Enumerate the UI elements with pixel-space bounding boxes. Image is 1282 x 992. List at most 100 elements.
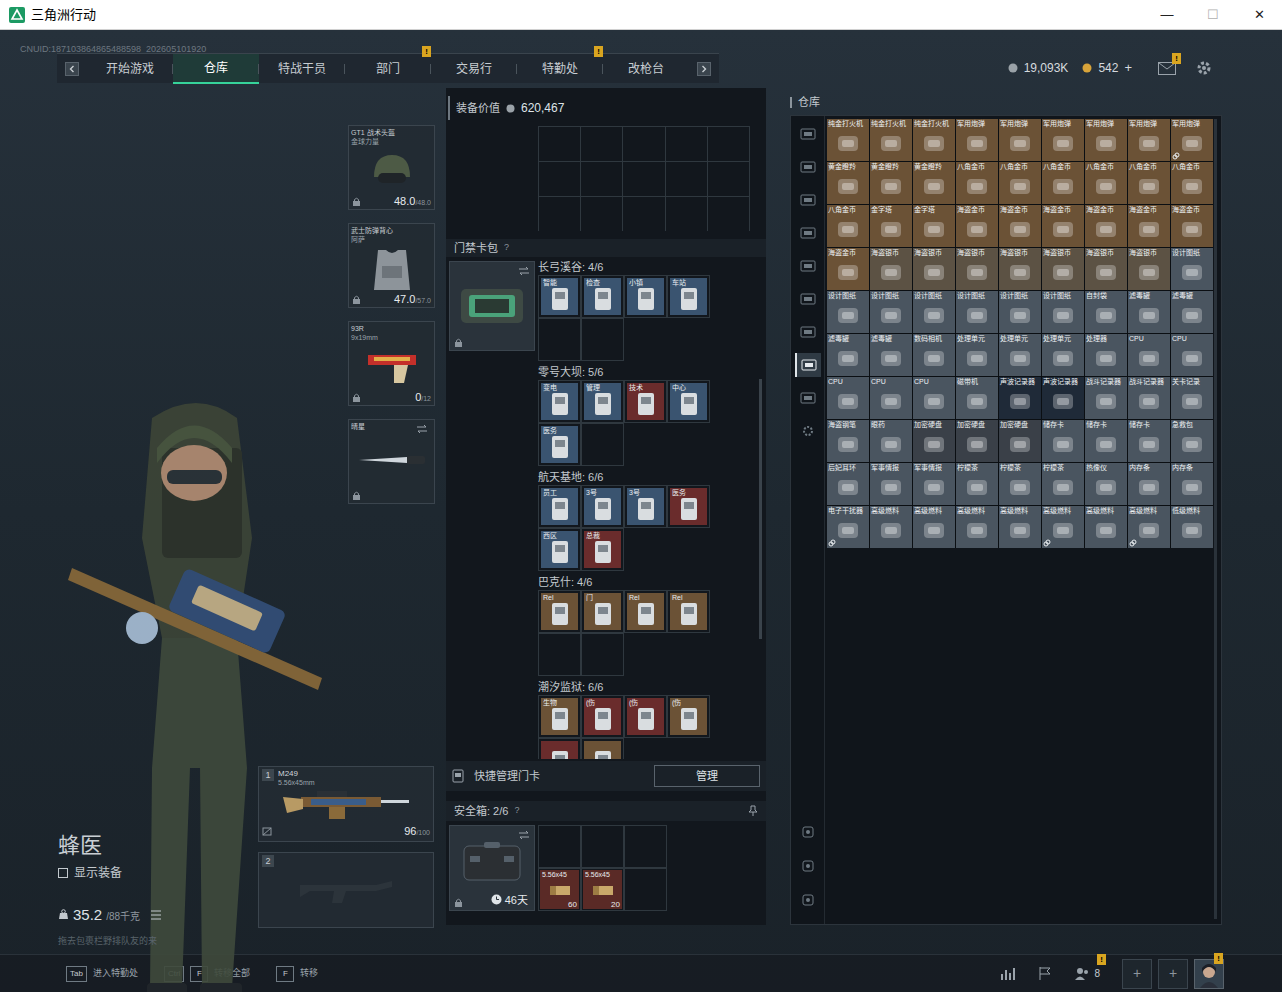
- warehouse-item[interactable]: 八角金币: [999, 162, 1041, 204]
- gear-slot[interactable]: 93R9x19mm0/12: [348, 321, 435, 406]
- safe-slot[interactable]: [581, 825, 624, 868]
- invite-slot[interactable]: +: [1122, 959, 1152, 989]
- warehouse-item[interactable]: 处理单元: [956, 334, 998, 376]
- warehouse-item[interactable]: 军用炮弹: [1171, 119, 1213, 161]
- scrollbar-thumb[interactable]: [759, 379, 762, 639]
- keycard-slot[interactable]: 管理: [581, 380, 624, 423]
- warehouse-tab[interactable]: [795, 287, 821, 311]
- warehouse-item[interactable]: 热像仪: [1085, 463, 1127, 505]
- warehouse-tab[interactable]: [795, 353, 821, 377]
- keycard-holder[interactable]: [449, 261, 535, 351]
- warehouse-item[interactable]: 高级燃料: [956, 506, 998, 548]
- warehouse-item[interactable]: 金字塔: [870, 205, 912, 247]
- manage-button[interactable]: 管理: [654, 765, 760, 787]
- keycard[interactable]: Rel: [541, 593, 578, 630]
- warehouse-item[interactable]: 滤毒罐: [1128, 291, 1170, 333]
- safe-slot[interactable]: [538, 825, 581, 868]
- warehouse-item[interactable]: 纯金打火机: [827, 119, 869, 161]
- warehouse-item[interactable]: CPU: [1128, 334, 1170, 376]
- warehouse-item[interactable]: 声波记录器: [999, 377, 1041, 419]
- warehouse-tab[interactable]: [795, 221, 821, 245]
- warehouse-item[interactable]: 电子干扰器: [827, 506, 869, 548]
- invite-slot[interactable]: +: [1158, 959, 1188, 989]
- keycard-slot[interactable]: Rel: [624, 590, 667, 633]
- weapon-slot[interactable]: 1M2495.56x45mm96/100: [258, 766, 434, 842]
- keycard-slot[interactable]: 智能: [538, 275, 581, 318]
- warehouse-item[interactable]: 储存卡: [1085, 420, 1127, 462]
- keycard[interactable]: 智能: [541, 278, 578, 315]
- keycard[interactable]: (伤: [670, 698, 707, 735]
- nav-tab[interactable]: 仓库: [173, 54, 259, 84]
- warehouse-item[interactable]: 储存卡: [1042, 420, 1084, 462]
- warehouse-item[interactable]: 八角金币: [1128, 162, 1170, 204]
- keycard[interactable]: [541, 741, 578, 759]
- warehouse-item[interactable]: 设计图纸: [913, 291, 955, 333]
- warehouse-item[interactable]: 高级燃料: [999, 506, 1041, 548]
- keycard-slot[interactable]: [538, 633, 581, 676]
- window-control[interactable]: —: [1144, 0, 1190, 29]
- keycard-slot[interactable]: [581, 423, 624, 466]
- warehouse-item[interactable]: 八角金币: [1171, 162, 1213, 204]
- checkbox[interactable]: [58, 868, 68, 878]
- nav-tab[interactable]: 特战干员: [259, 54, 345, 84]
- warehouse-item[interactable]: 海盗金币: [1042, 205, 1084, 247]
- warehouse-tool[interactable]: [798, 890, 818, 910]
- warehouse-item[interactable]: 设计图纸: [1042, 291, 1084, 333]
- window-control[interactable]: ✕: [1236, 0, 1282, 29]
- warehouse-item[interactable]: 海盗金币: [1085, 205, 1127, 247]
- warehouse-item[interactable]: 海盗金币: [1128, 205, 1170, 247]
- warehouse-item[interactable]: 纯金打火机: [870, 119, 912, 161]
- warehouse-item[interactable]: 高级燃料: [1085, 506, 1127, 548]
- keycard[interactable]: 医务: [541, 426, 578, 463]
- keycard[interactable]: 检查: [584, 278, 621, 315]
- warehouse-item[interactable]: 战斗记录器: [1085, 377, 1127, 419]
- warehouse-item[interactable]: 八角金币: [1085, 162, 1127, 204]
- show-gear-toggle[interactable]: 显示装备: [58, 864, 258, 882]
- nav-tab[interactable]: 部门!: [345, 54, 431, 84]
- warehouse-item[interactable]: 金字塔: [913, 205, 955, 247]
- keycard-slot[interactable]: (伤: [624, 695, 667, 738]
- keycard[interactable]: Rel: [670, 593, 707, 630]
- safe-slot[interactable]: 5.56x4560: [538, 868, 581, 911]
- warehouse-item[interactable]: 内存条: [1128, 463, 1170, 505]
- keycard[interactable]: 车站: [670, 278, 707, 315]
- keycard-slot[interactable]: (伤: [667, 695, 710, 738]
- mail-button[interactable]: !: [1158, 62, 1176, 75]
- warehouse-item[interactable]: 处理单元: [999, 334, 1041, 376]
- warehouse-item[interactable]: 军事情报: [913, 463, 955, 505]
- friends-button[interactable]: 8!: [1074, 966, 1100, 981]
- warehouse-item[interactable]: 军用炮弹: [1085, 119, 1127, 161]
- keycard-slot[interactable]: 技术: [624, 380, 667, 423]
- warehouse-item[interactable]: 声波记录器: [1042, 377, 1084, 419]
- keycard-slot[interactable]: 小镇: [624, 275, 667, 318]
- warehouse-item[interactable]: 设计图纸: [956, 291, 998, 333]
- keycard[interactable]: 员工: [541, 488, 578, 525]
- window-control[interactable]: ☐: [1190, 0, 1236, 29]
- warehouse-item[interactable]: 滤毒罐: [870, 334, 912, 376]
- warehouse-item[interactable]: 设计图纸: [1171, 248, 1213, 290]
- warehouse-item[interactable]: 加密硬盘: [956, 420, 998, 462]
- warehouse-item[interactable]: 黄金瞪羚: [870, 162, 912, 204]
- keycard-slot[interactable]: 中心: [667, 380, 710, 423]
- warehouse-tab[interactable]: [795, 155, 821, 179]
- keycard-slot[interactable]: 总裁: [581, 528, 624, 571]
- keycard[interactable]: 门: [584, 593, 621, 630]
- warehouse-item[interactable]: 高级燃料: [870, 506, 912, 548]
- keycard-slot[interactable]: [538, 318, 581, 361]
- nav-tab[interactable]: 交易行: [431, 54, 517, 84]
- warehouse-item[interactable]: 军用炮弹: [999, 119, 1041, 161]
- keycard[interactable]: 生物: [541, 698, 578, 735]
- warehouse-item[interactable]: 设计图纸: [870, 291, 912, 333]
- safe-slot[interactable]: 5.56x4520: [581, 868, 624, 911]
- warehouse-item[interactable]: CPU: [870, 377, 912, 419]
- help-button[interactable]: ?: [504, 241, 509, 255]
- warehouse-item[interactable]: 储存卡: [1128, 420, 1170, 462]
- nav-tab[interactable]: 改枪台: [603, 54, 689, 84]
- keycard[interactable]: 小镇: [627, 278, 664, 315]
- keycard-slot[interactable]: 生物: [538, 695, 581, 738]
- warehouse-item[interactable]: 纯金打火机: [913, 119, 955, 161]
- keycard[interactable]: (伤: [584, 698, 621, 735]
- keycard-slot[interactable]: 门: [581, 590, 624, 633]
- warehouse-item[interactable]: 数码相机: [913, 334, 955, 376]
- warehouse-item[interactable]: 处理器: [1085, 334, 1127, 376]
